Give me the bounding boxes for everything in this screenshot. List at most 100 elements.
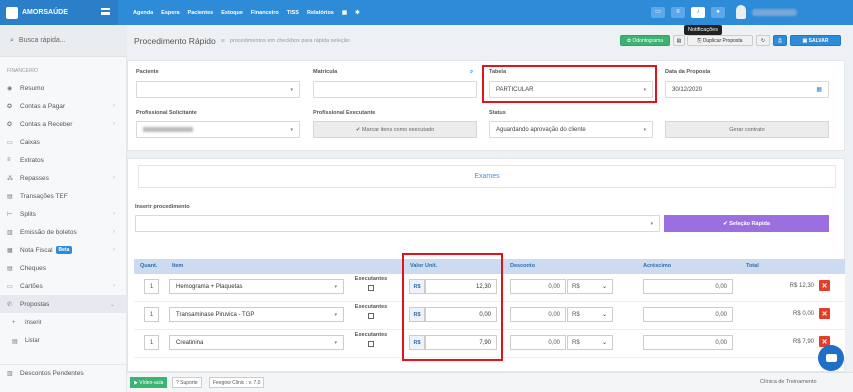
matricula-input[interactable] xyxy=(313,81,477,98)
executantes-checkbox-group: Executantes xyxy=(354,304,388,319)
quantity-input[interactable]: 1 xyxy=(144,307,159,322)
data-proposta-label: Data da Proposta xyxy=(665,69,711,75)
gear-icon[interactable]: ✱ xyxy=(355,10,360,16)
status-select[interactable]: Aguardando aprovação do cliente ▾ xyxy=(489,121,653,138)
data-proposta-value: 30/12/2020 xyxy=(672,86,703,93)
nav-financeiro[interactable]: Financeiro xyxy=(251,10,279,16)
history-button[interactable]: ↻ xyxy=(756,35,770,46)
executantes-checkbox-group: Executantes xyxy=(354,276,388,291)
nav-tiss[interactable]: TISS xyxy=(287,10,299,16)
sidebar-item-label: Repasses xyxy=(20,174,49,182)
video-label: Vídeo-aula xyxy=(139,379,164,386)
sidebar-item-boletos[interactable]: ▥ Emissão de boletos › xyxy=(0,223,127,241)
sidebar-item-cheques[interactable]: ▤ Cheques xyxy=(0,259,127,277)
delete-row-button[interactable]: ✕ xyxy=(819,308,830,319)
paciente-select[interactable]: ▾ xyxy=(136,81,300,98)
selecao-rapida-button[interactable]: ✔ Seleção Rápida xyxy=(664,215,829,232)
desconto-tipo-select[interactable]: R$ ⌄ xyxy=(567,307,613,322)
sidebar-item-nota-fiscal[interactable]: ▦ Nota Fiscal Beta › xyxy=(0,241,127,259)
chevron-down-icon: ⌄ xyxy=(601,340,607,346)
menu-icon: ≡ xyxy=(220,37,225,45)
sidebar-item-label: Cartões xyxy=(20,282,43,290)
data-proposta-input[interactable]: 30/12/2020 ▦ xyxy=(665,81,829,98)
col-item: Item xyxy=(172,263,184,269)
matricula-search-icon[interactable]: ⌕ xyxy=(470,69,473,76)
print-button[interactable]: ⎙ xyxy=(773,35,787,46)
sidebar-item-contas-receber[interactable]: ✪ Contas a Receber › xyxy=(0,115,127,133)
executantes-checkbox-group: Executantes xyxy=(354,332,388,347)
video-aula-button[interactable]: ▶ Vídeo-aula xyxy=(130,377,168,388)
grid-icon[interactable]: ▦ xyxy=(342,10,347,16)
prof-solicitante-select[interactable]: ▾ xyxy=(136,121,300,138)
gerar-contrato-button[interactable]: Gerar contrato xyxy=(665,121,829,138)
gerar-label: Gerar contrato xyxy=(729,126,765,133)
sidebar-item-label: Listar xyxy=(25,338,40,344)
sidebar-item-splits[interactable]: ⊢ Splits › xyxy=(0,205,127,223)
nav-estoque[interactable]: Estoque xyxy=(221,10,243,16)
acrescimo-input[interactable]: 0,00 xyxy=(643,307,733,322)
acrescimo-input[interactable]: 0,00 xyxy=(643,335,733,350)
nav-espera[interactable]: Espera xyxy=(161,10,179,16)
duplicate-button[interactable]: ⎘ Duplicar Proposta xyxy=(687,35,753,46)
page-subtitle: procedimentos em checkbox para rápida se… xyxy=(229,38,350,44)
sidebar-item-label: Caixas xyxy=(20,138,40,146)
paciente-label: Paciente xyxy=(136,69,159,75)
chat-widget-icon[interactable] xyxy=(818,345,844,371)
chevron-right-icon: › xyxy=(113,103,115,109)
sidebar-subitem-inserir[interactable]: + Inserir xyxy=(0,314,127,332)
calendar-icon[interactable]: ▦ xyxy=(816,86,822,93)
sidebar-item-cartoes[interactable]: ▭ Cartões › xyxy=(0,277,127,295)
acrescimo-input[interactable]: 0,00 xyxy=(643,279,733,294)
menu-toggle-icon[interactable] xyxy=(101,8,110,15)
executante-checkbox[interactable] xyxy=(368,285,374,291)
footer-bar: ▶ Vídeo-aula ? Suporte Feegow Clinic : v… xyxy=(127,372,853,392)
sidebar-item-resumo[interactable]: ◉ Resumo xyxy=(0,79,127,97)
save-button[interactable]: ▣ SALVAR xyxy=(790,35,841,46)
bell-icon[interactable]: ♪ xyxy=(691,7,705,18)
desconto-input[interactable]: 0,00 xyxy=(510,335,566,350)
chevron-right-icon: › xyxy=(113,247,115,253)
item-select[interactable]: Transaminase Piruvica - TGP ▾ xyxy=(169,307,344,322)
sidebar-item-propostas[interactable]: ✆ Propostas ⌄ xyxy=(0,295,127,313)
executante-checkbox[interactable] xyxy=(368,313,374,319)
list-icon[interactable]: ≡ xyxy=(671,7,685,18)
nav-pacientes[interactable]: Pacientes xyxy=(188,10,214,16)
desconto-input[interactable]: 0,00 xyxy=(510,279,566,294)
odontograma-button[interactable]: ✿ Odontograma xyxy=(620,35,670,46)
nav-relatorios[interactable]: Relatórios xyxy=(307,10,334,16)
resumo-icon: ◉ xyxy=(7,85,13,92)
inserir-procedimento-select[interactable]: ▾ xyxy=(135,215,660,232)
sidebar-item-label: Splits xyxy=(20,210,36,218)
quantity-input[interactable]: 1 xyxy=(144,279,159,294)
monitor-icon[interactable]: ▭ xyxy=(651,7,665,18)
sidebar-item-extratos[interactable]: ≡ Extratos xyxy=(0,151,127,169)
desconto-input[interactable]: 0,00 xyxy=(510,307,566,322)
desconto-tipo-select[interactable]: R$ ⌄ xyxy=(567,279,613,294)
avatar[interactable] xyxy=(736,5,746,19)
caret-down-icon: ▾ xyxy=(650,220,653,227)
list-view-button[interactable]: ▤ xyxy=(673,35,685,46)
col-desconto: Desconto xyxy=(510,263,536,269)
executante-checkbox[interactable] xyxy=(368,341,374,347)
search-input[interactable]: ⌕ Busca rápida... xyxy=(0,25,127,57)
sidebar-item-transacoes-tef[interactable]: ▤ Transações TEF xyxy=(0,187,127,205)
suporte-button[interactable]: ? Suporte xyxy=(172,377,202,388)
chevron-right-icon: › xyxy=(113,175,115,181)
user-name-blurred[interactable] xyxy=(752,9,797,16)
sidebar-item-descontos[interactable]: ▥ Descontos Pendentes xyxy=(0,364,127,382)
sidebar-item-contas-pagar[interactable]: ✪ Contas a Pagar › xyxy=(0,97,127,115)
marcar-executado-button[interactable]: ✔ Marcar itens como executado xyxy=(313,121,477,138)
item-select[interactable]: Hemograma + Plaquetas ▾ xyxy=(169,279,344,294)
quantity-input[interactable]: 1 xyxy=(144,335,159,350)
sidebar-item-caixas[interactable]: ▭ Caixas xyxy=(0,133,127,151)
sidebar-subitem-listar[interactable]: ▤ Listar xyxy=(0,332,127,350)
sidebar-item-repasses[interactable]: ⁂ Repasses › xyxy=(0,169,127,187)
chat-icon[interactable]: ● xyxy=(711,7,725,18)
desconto-tipo-select[interactable]: R$ ⌄ xyxy=(567,335,613,350)
marcar-label: Marcar itens como executado xyxy=(361,126,435,133)
caixas-icon: ▭ xyxy=(7,139,13,146)
item-select[interactable]: Creatinina ▾ xyxy=(169,335,344,350)
chevron-down-icon: ⌄ xyxy=(109,301,115,308)
nav-agenda[interactable]: Agenda xyxy=(133,10,153,16)
delete-row-button[interactable]: ✕ xyxy=(819,280,830,291)
